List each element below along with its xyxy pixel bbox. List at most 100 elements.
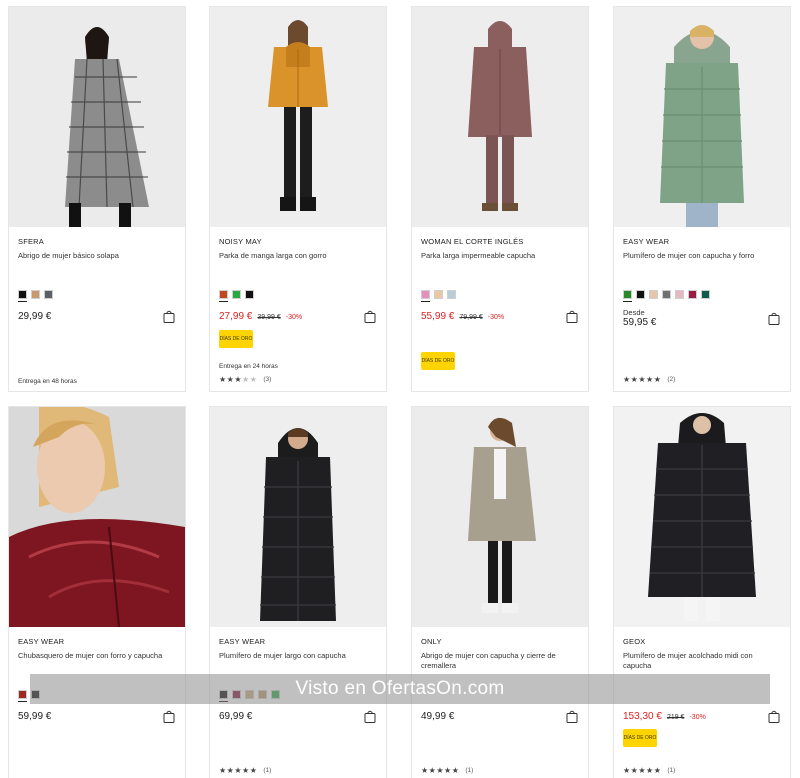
product-card[interactable]: NOISY MAY Parka de manga larga con gorro… [209,6,387,392]
rating-count: (2) [667,376,676,383]
color-swatches [18,290,53,302]
product-brand[interactable]: EASY WEAR [18,637,64,646]
product-card[interactable]: EASY WEAR Plumífero de mujer largo con c… [209,406,387,778]
color-swatch[interactable] [447,290,456,299]
sale-price: 27,99 € [219,311,253,322]
rating-stars-icon: ★★★★★ [421,766,460,775]
color-swatch[interactable] [421,290,430,302]
color-swatches [421,290,456,302]
color-swatch[interactable] [245,290,254,299]
product-brand[interactable]: GEOX [623,637,645,646]
color-swatch[interactable] [31,290,40,299]
rating[interactable]: ★★★★★ (1) [219,766,271,775]
color-swatches [623,290,710,302]
price: 69,99 € [219,711,253,722]
product-brand[interactable]: WOMAN EL CORTE INGLÉS [421,237,524,246]
product-brand[interactable]: SFERA [18,237,44,246]
product-image[interactable] [614,407,790,627]
watermark-banner: Visto en OfertasOn.com [30,674,770,704]
price: 49,99 € [421,711,455,722]
shopping-bag-icon[interactable] [768,312,780,325]
product-card[interactable]: ONLY Abrigo de mujer con capucha y cierr… [411,406,589,778]
product-name[interactable]: Parka de manga larga con gorro [219,251,379,261]
badge-label: DÍAS DE ORO [623,734,657,741]
color-swatch[interactable] [18,690,27,702]
shopping-bag-icon[interactable] [566,710,578,723]
product-name[interactable]: Parka larga impermeable capucha [421,251,581,261]
price-row: 27,99 € 39,99 € -30% [219,311,302,322]
color-swatch[interactable] [623,290,632,302]
color-swatch[interactable] [434,290,443,299]
product-image[interactable] [9,7,185,227]
color-swatch[interactable] [232,290,241,299]
color-swatch[interactable] [649,290,658,299]
discount-badge: -30% [285,314,303,321]
discount-badge: -30% [689,714,706,721]
rating[interactable]: ★★★★★ (3) [219,375,271,384]
price-row: 153,30 € 219 € -30% [623,711,706,722]
color-swatch[interactable] [675,290,684,299]
product-name[interactable]: Plumífero de mujer largo con capucha [219,651,379,661]
shopping-bag-icon[interactable] [163,310,175,323]
shopping-bag-icon[interactable] [768,710,780,723]
product-brand[interactable]: EASY WEAR [623,237,669,246]
price-row: 69,99 € [219,711,252,722]
price: 59,99 € [18,711,52,722]
product-card[interactable]: GEOX Plumífero de mujer acolchado midi c… [613,406,791,778]
price-row: 29,99 € [18,311,51,322]
color-swatch[interactable] [44,290,53,299]
price-row: 59,99 € [18,711,51,722]
product-name[interactable]: Plumífero de mujer con capucha y forro [623,251,783,261]
original-price: 39,99 € [257,314,281,321]
discount-badge: -30% [487,314,505,321]
product-name[interactable]: Plumífero de mujer acolchado midi con ca… [623,651,783,671]
product-name[interactable]: Abrigo de mujer básico solapa [18,251,178,261]
rating[interactable]: ★★★★★ (1) [421,766,473,775]
color-swatch[interactable] [701,290,710,299]
product-name[interactable]: Abrigo de mujer con capucha y cierre de … [421,651,581,671]
badge-label: DÍAS DE ORO [219,335,253,342]
color-swatch[interactable] [219,290,228,302]
rating-stars-icon: ★★★★★ [219,766,258,775]
shopping-bag-icon[interactable] [364,710,376,723]
product-image[interactable] [210,407,386,627]
shopping-bag-icon[interactable] [364,310,376,323]
shopping-bag-icon[interactable] [163,710,175,723]
rating-count: (1) [263,767,272,774]
product-brand[interactable]: NOISY MAY [219,237,262,246]
rating-count: (3) [263,376,272,383]
product-card[interactable]: WOMAN EL CORTE INGLÉS Parka larga imperm… [411,6,589,392]
rating[interactable]: ★★★★★ (1) [623,766,675,775]
sale-price: 153,30 € [623,711,662,722]
price-row: 59,95 € [623,317,656,328]
rating-stars-icon: ★★★★★ [623,766,662,775]
product-image[interactable] [614,7,790,227]
color-swatch[interactable] [662,290,671,299]
product-brand[interactable]: ONLY [421,637,442,646]
dias-de-oro-badge: DÍAS DE ORO [219,330,253,348]
delivery-info: Entrega en 24 horas [219,363,278,370]
product-brand[interactable]: EASY WEAR [219,637,265,646]
shopping-bag-icon[interactable] [566,310,578,323]
product-card[interactable]: SFERA Abrigo de mujer básico solapa 29,9… [8,6,186,392]
product-card[interactable]: EASY WEAR Chubasquero de mujer con forro… [8,406,186,778]
color-swatch[interactable] [688,290,697,299]
dias-de-oro-badge: DÍAS DE ORO [421,352,455,370]
product-image[interactable] [210,7,386,227]
price-row: 49,99 € [421,711,454,722]
product-image[interactable] [412,407,588,627]
rating[interactable]: ★★★★★ (2) [623,375,675,384]
rating-stars-icon: ★★★★★ [219,375,258,384]
sale-price: 55,99 € [421,311,455,322]
original-price: 219 € [666,714,685,721]
product-image[interactable] [412,7,588,227]
price: 59,95 € [623,317,657,328]
product-image[interactable] [9,407,185,627]
rating-stars-icon: ★★★★★ [623,375,662,384]
product-name[interactable]: Chubasquero de mujer con forro y capucha [18,651,178,661]
color-swatch[interactable] [636,290,645,299]
color-swatches [219,290,254,302]
color-swatch[interactable] [18,290,27,302]
product-card[interactable]: EASY WEAR Plumífero de mujer con capucha… [613,6,791,392]
dias-de-oro-badge: DÍAS DE ORO [623,729,657,747]
